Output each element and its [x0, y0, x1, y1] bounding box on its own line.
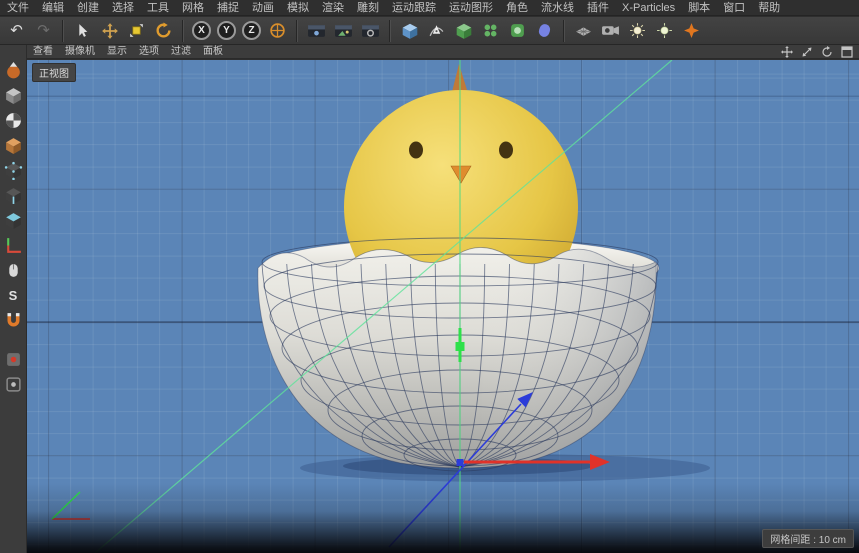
menubar-item[interactable]: 插件 — [587, 0, 609, 16]
menubar-item[interactable]: X-Particles — [622, 0, 675, 16]
eggshell-model[interactable] — [257, 246, 657, 469]
toolbar-separator — [563, 19, 565, 42]
edges-mode-icon[interactable] — [3, 185, 24, 206]
menubar-item[interactable]: 渲染 — [322, 0, 344, 16]
points-mode-icon[interactable] — [3, 160, 24, 181]
viewport-menu-items: 查看 摄像机 显示 选项 过滤 面板 — [33, 45, 223, 59]
rotate-view-icon[interactable] — [821, 45, 833, 58]
menubar-item[interactable]: 流水线 — [541, 0, 574, 16]
menubar-item[interactable]: 编辑 — [42, 0, 64, 16]
subdivision-surface-icon[interactable] — [451, 19, 476, 43]
view-name-label[interactable]: 正视图 — [32, 63, 76, 82]
menubar-item[interactable]: 工具 — [147, 0, 169, 16]
x-axis-toggle-icon[interactable]: X — [192, 21, 211, 40]
light-icon[interactable] — [625, 19, 650, 43]
keyframe-2-icon[interactable] — [3, 374, 24, 395]
undo-icon[interactable]: ↶ — [4, 19, 29, 43]
menubar-item[interactable]: 文件 — [7, 0, 29, 16]
light-2-icon[interactable] — [652, 19, 677, 43]
texture-mode-icon[interactable] — [3, 110, 24, 131]
menubar-item[interactable]: 创建 — [77, 0, 99, 16]
chick-eye-right — [499, 141, 513, 159]
zoom-view-icon[interactable] — [801, 46, 813, 58]
origin-axis-indicator — [51, 491, 90, 520]
menubar-item[interactable]: 模拟 — [287, 0, 309, 16]
menubar-item[interactable]: 运动跟踪 — [392, 0, 436, 16]
generator-icon[interactable] — [478, 19, 503, 43]
viewport-menu-item[interactable]: 过滤 — [171, 45, 191, 59]
viewport-menu-item[interactable]: 查看 — [33, 45, 53, 59]
toolbar-separator — [296, 19, 298, 42]
keyframe-icon[interactable] — [3, 349, 24, 370]
menubar-item[interactable]: 窗口 — [723, 0, 745, 16]
render-settings-icon[interactable] — [358, 19, 383, 43]
menubar-item[interactable]: 雕刻 — [357, 0, 379, 16]
menubar-item[interactable]: 选择 — [112, 0, 134, 16]
rotate-tool-icon[interactable] — [151, 19, 176, 43]
material-star-icon[interactable] — [679, 19, 704, 43]
redo-icon[interactable]: ↷ — [31, 19, 56, 43]
volume-icon[interactable] — [505, 19, 530, 43]
viewport-menu-item[interactable]: 摄像机 — [65, 45, 95, 59]
spline-pen-icon[interactable] — [424, 19, 449, 43]
menubar-item[interactable]: 动画 — [252, 0, 274, 16]
viewport-menu-item[interactable]: 面板 — [203, 45, 223, 59]
coordinate-system-icon[interactable] — [265, 19, 290, 43]
toggle-view-icon[interactable] — [841, 45, 853, 58]
toolbar-separator — [389, 19, 391, 42]
primitive-cube-icon[interactable] — [397, 19, 422, 43]
toolbar-separator — [62, 19, 64, 42]
menubar-item[interactable]: 捕捉 — [217, 0, 239, 16]
workplane-mode-icon[interactable] — [3, 135, 24, 156]
scale-tool-icon[interactable] — [124, 19, 149, 43]
toolbar-separator — [182, 19, 184, 42]
axis-mode-icon[interactable] — [3, 235, 24, 256]
deformer-icon[interactable] — [532, 19, 557, 43]
render-view-icon[interactable] — [304, 19, 329, 43]
viewport-menu-item[interactable]: 选项 — [139, 45, 159, 59]
solo-mode-icon[interactable] — [3, 260, 24, 281]
menubar-item[interactable]: 角色 — [506, 0, 528, 16]
menubar-item[interactable]: 运动图形 — [449, 0, 493, 16]
pan-view-icon[interactable] — [781, 45, 793, 58]
chick-eye-left — [409, 141, 423, 159]
viewport-menubar: 查看 摄像机 显示 选项 过滤 面板 — [27, 45, 859, 59]
floor-icon[interactable] — [571, 19, 596, 43]
menubar-item[interactable]: 帮助 — [758, 0, 780, 16]
viewport-menu-item[interactable]: 显示 — [107, 45, 127, 59]
y-axis-toggle-icon[interactable]: Y — [217, 21, 236, 40]
menubar: 文件 编辑 创建 选择 工具 网格 捕捉 动画 模拟 渲染 雕刻 运动跟踪 运动图形 角色 流水线 插件 X-P… — [0, 0, 859, 16]
render-to-picture-icon[interactable] — [331, 19, 356, 43]
menubar-item[interactable]: 网格 — [182, 0, 204, 16]
scene-3d[interactable] — [27, 60, 859, 553]
model-mode-icon[interactable] — [3, 85, 24, 106]
viewport-canvas[interactable]: 正视图 网格间距 : 10 cm — [27, 60, 859, 553]
snap-icon[interactable]: S — [3, 285, 24, 306]
z-axis-handle-knob — [456, 459, 464, 466]
menubar-item[interactable]: 脚本 — [688, 0, 710, 16]
left-toolbar: S — [0, 45, 27, 553]
move-tool-icon[interactable] — [97, 19, 122, 43]
camera-icon[interactable] — [598, 19, 623, 43]
menubar-items: 文件 编辑 创建 选择 工具 网格 捕捉 动画 模拟 渲染 雕刻 运动跟踪 运动图形 角色 流水线 插件 X-P… — [7, 0, 780, 16]
grid-spacing-label: 网格间距 : 10 cm — [762, 529, 854, 548]
viewport-nav — [781, 45, 853, 58]
polygons-mode-icon[interactable] — [3, 210, 24, 231]
make-editable-icon[interactable] — [3, 60, 24, 81]
z-axis-toggle-icon[interactable]: Z — [242, 21, 261, 40]
magnet-icon[interactable] — [3, 310, 24, 331]
y-axis-handle-knob — [455, 342, 465, 351]
main-toolbar: ↶ ↷ X Y Z — [0, 17, 859, 45]
selection-tool-icon[interactable] — [70, 19, 95, 43]
